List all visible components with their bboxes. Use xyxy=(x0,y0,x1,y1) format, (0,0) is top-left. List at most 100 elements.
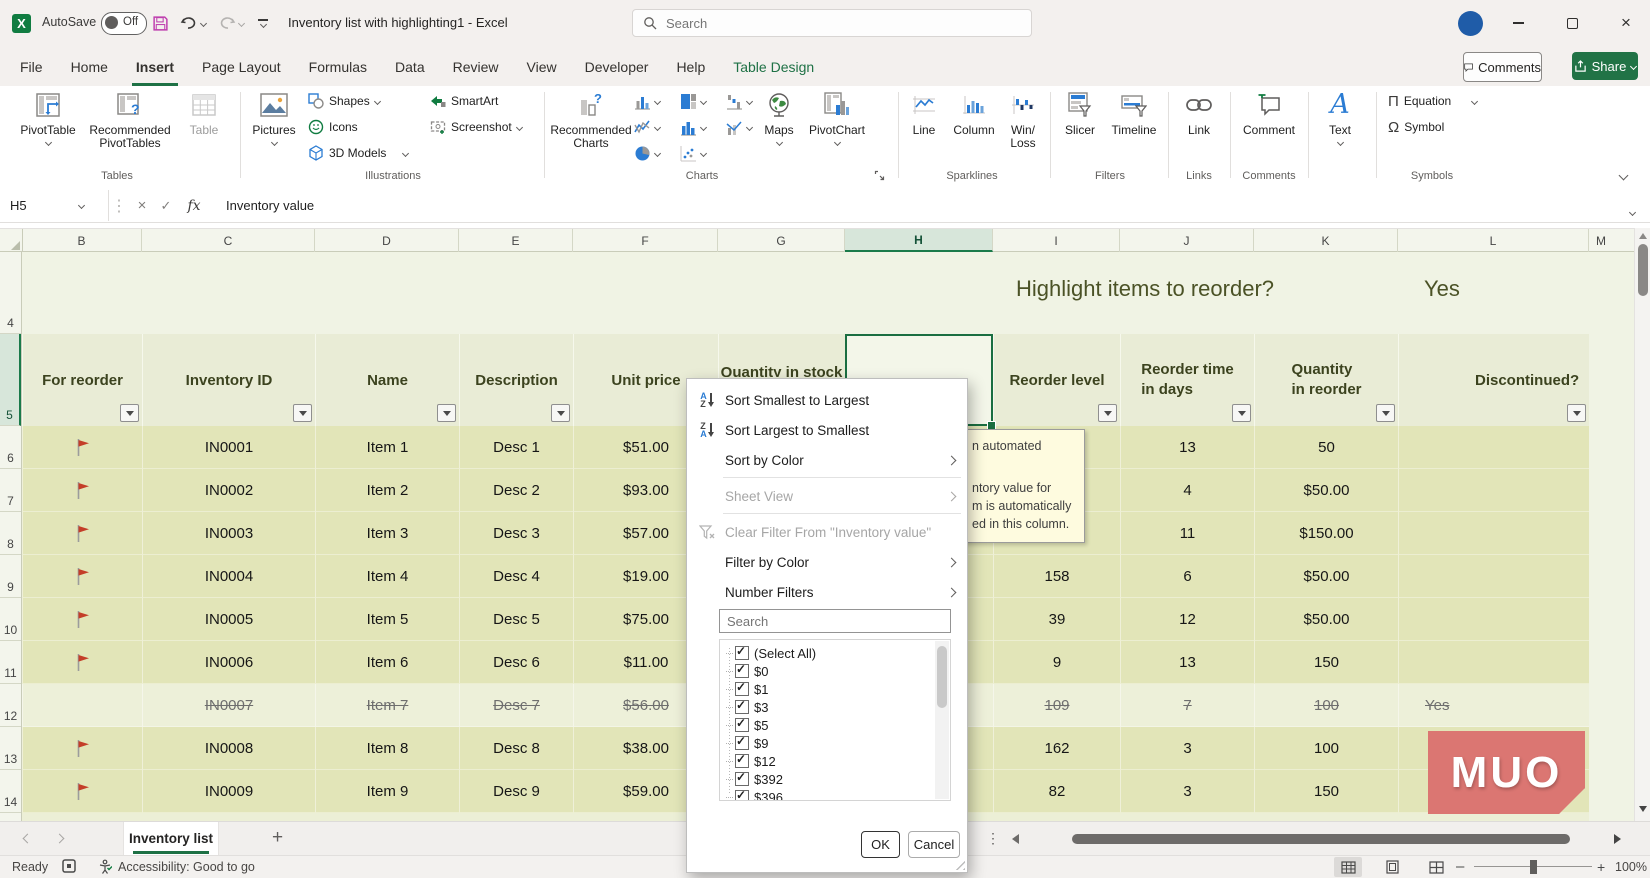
filter-button-discontinued[interactable] xyxy=(1567,404,1586,422)
row-header-10[interactable]: 10 xyxy=(0,598,21,641)
timeline-button[interactable]: Timeline xyxy=(1106,90,1162,137)
minimize-button[interactable] xyxy=(1502,8,1534,38)
tab-insert[interactable]: Insert xyxy=(131,47,179,86)
column-header-G[interactable]: G xyxy=(718,229,845,252)
filter-button-inventory-id[interactable] xyxy=(293,404,312,422)
row-header-5[interactable]: 5 xyxy=(0,334,21,426)
search-input[interactable] xyxy=(664,14,968,32)
banner-answer-cell[interactable]: Yes xyxy=(1424,276,1460,302)
filter-item[interactable]: $12 xyxy=(726,752,950,770)
scrollbar-thumb[interactable] xyxy=(937,646,947,708)
text-button[interactable]: A Text xyxy=(1314,90,1366,147)
column-header-B[interactable]: B xyxy=(22,229,142,252)
scroll-up-arrow[interactable] xyxy=(1639,233,1647,239)
sheet-tab-inventory-list[interactable]: Inventory list xyxy=(123,822,219,855)
menu-sort-smallest[interactable]: AZ Sort Smallest to Largest xyxy=(687,385,967,415)
tab-file[interactable]: File xyxy=(16,47,47,86)
menu-sort-largest[interactable]: ZA Sort Largest to Smallest xyxy=(687,415,967,445)
column-header-M[interactable]: M xyxy=(1589,229,1634,252)
name-box[interactable]: H5 xyxy=(0,190,109,221)
cancel-formula-icon[interactable]: × xyxy=(130,190,154,221)
column-header-C[interactable]: C xyxy=(142,229,315,252)
filter-item[interactable]: $5 xyxy=(726,716,950,734)
close-button[interactable]: × xyxy=(1610,8,1642,38)
row-header-11[interactable]: 11 xyxy=(0,641,21,684)
column-header-L[interactable]: L xyxy=(1398,229,1589,252)
zoom-in-button[interactable]: + xyxy=(1597,859,1605,875)
column-header-F[interactable]: F xyxy=(573,229,718,252)
comment-button[interactable]: Comment xyxy=(1236,90,1302,137)
share-button[interactable]: Share xyxy=(1572,52,1638,80)
insert-pie-chart-button[interactable] xyxy=(634,140,680,166)
vertical-scrollbar[interactable] xyxy=(1634,228,1650,821)
filter-button-description[interactable] xyxy=(551,404,570,422)
screenshot-button[interactable]: Screenshot xyxy=(430,114,542,140)
insert-histogram-chart-button[interactable] xyxy=(680,114,726,140)
row-header-8[interactable]: 8 xyxy=(0,512,21,555)
checkbox-checked-icon[interactable] xyxy=(735,716,749,732)
filter-list-scrollbar[interactable] xyxy=(935,641,949,799)
tab-page-layout[interactable]: Page Layout xyxy=(198,47,285,86)
header-reorder-time[interactable]: Reorder time in days xyxy=(1120,334,1254,426)
row-header-9[interactable]: 9 xyxy=(0,555,21,598)
link-button[interactable]: Link xyxy=(1176,90,1222,137)
scroll-left-arrow[interactable] xyxy=(1012,834,1019,844)
tab-review[interactable]: Review xyxy=(449,47,503,86)
row-header-6[interactable]: 6 xyxy=(0,426,21,469)
avatar[interactable] xyxy=(1458,11,1483,36)
checkbox-checked-icon[interactable] xyxy=(735,644,749,660)
formula-content[interactable]: Inventory value xyxy=(226,190,314,221)
ok-button[interactable]: OK xyxy=(861,831,900,858)
macro-record-icon[interactable] xyxy=(62,859,76,876)
tab-table-design[interactable]: Table Design xyxy=(729,47,818,86)
accessibility-icon[interactable] xyxy=(98,859,113,877)
tab-view[interactable]: View xyxy=(523,47,561,86)
zoom-level[interactable]: 100% xyxy=(1615,860,1647,874)
recommended-pivottables-button[interactable]: ? Recommended PivotTables xyxy=(82,90,178,150)
menu-number-filters[interactable]: Number Filters xyxy=(687,577,967,607)
save-button[interactable] xyxy=(152,12,169,34)
menu-filter-by-color[interactable]: Filter by Color xyxy=(687,547,967,577)
sparkline-line-button[interactable]: Line xyxy=(902,90,946,137)
collapse-ribbon-button[interactable] xyxy=(1618,166,1629,184)
filter-button-name[interactable] xyxy=(437,404,456,422)
checkbox-checked-icon[interactable] xyxy=(735,680,749,696)
smartart-button[interactable]: SmartArt xyxy=(430,88,542,114)
slicer-button[interactable]: Slicer xyxy=(1056,90,1104,137)
enter-formula-icon[interactable]: ✓ xyxy=(154,190,178,221)
tab-formulas[interactable]: Formulas xyxy=(305,47,371,86)
3d-models-button[interactable]: 3D Models xyxy=(308,140,424,166)
row-header-12[interactable]: 12 xyxy=(0,684,21,727)
row-header-7[interactable]: 7 xyxy=(0,469,21,512)
header-discontinued[interactable]: Discontinued? xyxy=(1398,334,1589,426)
filter-button-reorder-level[interactable] xyxy=(1098,404,1117,422)
pictures-button[interactable]: Pictures xyxy=(246,90,302,147)
insert-line-chart-button[interactable] xyxy=(634,114,680,140)
checkbox-checked-icon[interactable] xyxy=(735,734,749,750)
comments-button[interactable]: Comments xyxy=(1463,52,1542,82)
restore-button[interactable] xyxy=(1556,8,1588,38)
header-quantity-in-reorder[interactable]: Quantity in reorder xyxy=(1254,334,1398,426)
scroll-down-arrow[interactable] xyxy=(1639,806,1647,812)
row-header-13[interactable]: 13 xyxy=(0,727,21,770)
filter-item[interactable]: $0 xyxy=(726,662,950,680)
tab-home[interactable]: Home xyxy=(67,47,112,86)
redo-button[interactable] xyxy=(218,12,246,34)
tab-data[interactable]: Data xyxy=(391,47,429,86)
accessibility-status[interactable]: Accessibility: Good to go xyxy=(118,860,255,874)
customize-quick-access-icon[interactable] xyxy=(258,12,268,34)
row-header-14[interactable]: 14 xyxy=(0,770,21,813)
pivotchart-button[interactable]: PivotChart xyxy=(806,90,868,147)
cancel-button[interactable]: Cancel xyxy=(908,831,960,858)
equation-button[interactable]: Π Equation xyxy=(1388,88,1538,114)
menu-sort-by-color[interactable]: Sort by Color xyxy=(687,445,967,475)
insert-column-chart-button[interactable] xyxy=(634,88,680,114)
horizontal-scroll-thumb[interactable] xyxy=(1072,834,1570,844)
charts-dialog-launcher[interactable] xyxy=(874,168,885,186)
page-break-preview-button[interactable] xyxy=(1422,857,1450,877)
header-name[interactable]: Name xyxy=(315,334,459,426)
filter-item[interactable]: $392 xyxy=(726,770,950,788)
column-header-I[interactable]: I xyxy=(993,229,1120,252)
insert-function-icon[interactable]: fx xyxy=(180,190,208,221)
sparkline-winloss-button[interactable]: Win/ Loss xyxy=(1002,90,1044,150)
